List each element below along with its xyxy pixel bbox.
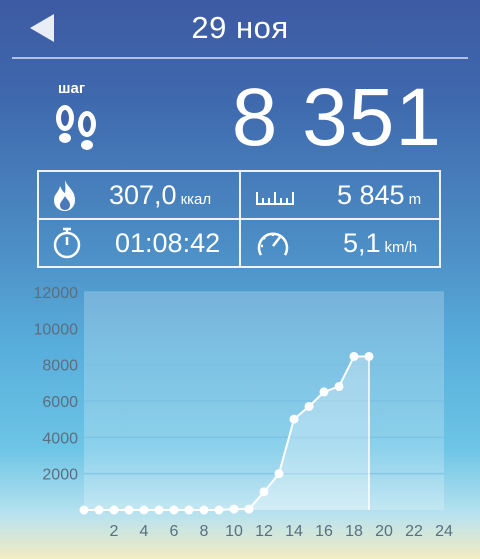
- chart-x-tick-label: 16: [315, 523, 333, 540]
- chart-x-tick-label: 8: [200, 523, 209, 540]
- calories-value: 307,0: [109, 180, 177, 210]
- ruler-icon: [256, 192, 294, 205]
- chart-x-tick-label: 18: [345, 523, 363, 540]
- steps-chart: 200040006000800010000120002 4 6 8 10 12 14 16 18…: [34, 285, 454, 540]
- chart-point: [184, 505, 194, 515]
- chart-x-tick-label: 12: [255, 523, 273, 540]
- chart-point: [334, 381, 344, 391]
- chart-y-tick-label: 6000: [42, 394, 78, 411]
- calories-unit: ккал: [180, 191, 212, 208]
- flame-icon: [54, 180, 75, 211]
- chart-point: [259, 487, 269, 497]
- chart-point: [229, 504, 239, 514]
- chart-point: [289, 414, 299, 424]
- stopwatch-icon: [53, 227, 81, 259]
- chart-point: [214, 505, 224, 515]
- footprints-icon: [56, 105, 96, 150]
- chart-x-tick-label: 4: [140, 523, 149, 540]
- distance-cell: 5 845 m: [241, 172, 441, 218]
- chart-x-tick-label: 6: [170, 523, 179, 540]
- chart-y-tick-label: 2000: [42, 467, 78, 484]
- duration-cell: 01:08:42: [39, 220, 239, 266]
- speedometer-icon: [257, 232, 289, 256]
- chart-point: [304, 401, 314, 411]
- speed-unit: km/h: [384, 239, 418, 256]
- speed-cell: 5,1 km/h: [241, 220, 441, 266]
- chart-x-tick-label: 24: [435, 523, 453, 540]
- chart-x-tick-label: 2: [110, 523, 119, 540]
- chart-point: [349, 351, 359, 361]
- chart-point: [319, 387, 329, 397]
- chart-x-tick-label: 10: [225, 523, 243, 540]
- chart-point: [274, 469, 284, 479]
- chart-x-tick-label: 20: [375, 523, 393, 540]
- chart-y-tick-label: 4000: [42, 430, 78, 447]
- chart-y-tick-label: 8000: [42, 358, 78, 375]
- steps-count: 8 351: [231, 72, 442, 163]
- chart-point: [79, 505, 89, 515]
- steps-label: шаг: [58, 80, 86, 97]
- chart-point: [124, 505, 134, 515]
- duration-value: 01:08:42: [115, 228, 221, 258]
- chart-y-tick-label: 10000: [34, 321, 79, 338]
- page-title-date: 29 ноя: [191, 10, 289, 45]
- chart-point: [244, 504, 254, 514]
- chart-point: [154, 505, 164, 515]
- calories-cell: 307,0 ккал: [39, 172, 239, 218]
- stats-grid: 307,0 ккал 5 845 m 01:08:42 5,1 km/h: [37, 170, 441, 268]
- chart-point: [364, 351, 374, 361]
- distance-value: 5 845: [337, 180, 405, 210]
- chart-point: [199, 505, 209, 515]
- chart-point: [139, 505, 149, 515]
- chart-point: [94, 505, 104, 515]
- header-divider: [12, 57, 468, 59]
- distance-unit: m: [408, 191, 422, 208]
- chart-x-tick-label: 14: [285, 523, 303, 540]
- chart-y-tick-label: 12000: [34, 285, 79, 302]
- header: 29 ноя: [0, 0, 480, 58]
- chart-point: [109, 505, 119, 515]
- speed-value: 5,1: [343, 228, 381, 258]
- chart-point: [169, 505, 179, 515]
- chart-x-tick-label: 22: [405, 523, 423, 540]
